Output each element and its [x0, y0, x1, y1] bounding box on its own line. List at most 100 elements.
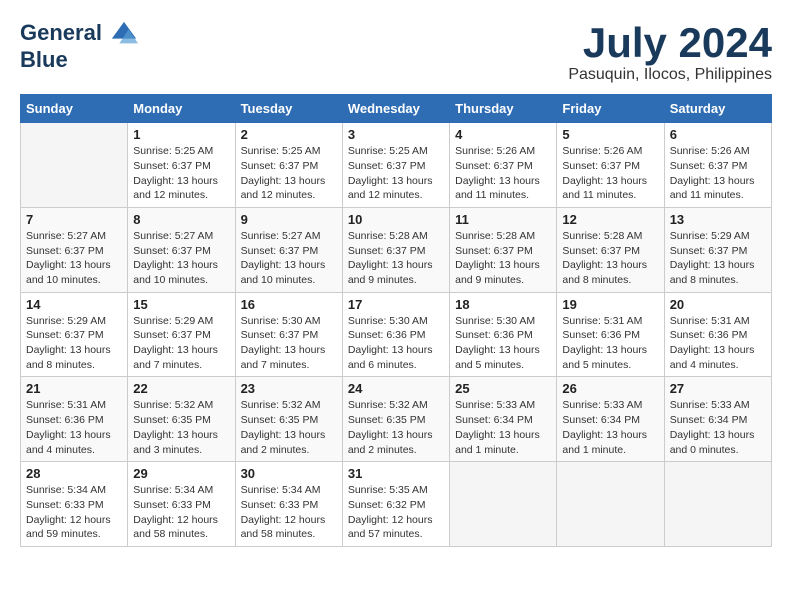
day-number: 7 — [26, 212, 122, 227]
day-info: Sunrise: 5:31 AM Sunset: 6:36 PM Dayligh… — [670, 314, 766, 373]
day-info: Sunrise: 5:31 AM Sunset: 6:36 PM Dayligh… — [562, 314, 658, 373]
calendar-week-row: 1 Sunrise: 5:25 AM Sunset: 6:37 PM Daylig… — [21, 123, 772, 208]
logo: General Blue — [20, 20, 138, 72]
calendar-cell: 11Sunrise: 5:28 AM Sunset: 6:37 PM Dayli… — [450, 207, 557, 292]
calendar-cell — [664, 462, 771, 547]
calendar-cell: 21Sunrise: 5:31 AM Sunset: 6:36 PM Dayli… — [21, 377, 128, 462]
weekday-header-friday: Friday — [557, 95, 664, 123]
day-number: 12 — [562, 212, 658, 227]
day-number: 4 — [455, 127, 551, 142]
calendar-cell: 13 Sunrise: 5:29 AM Sunset: 6:37 PM Dayli… — [664, 207, 771, 292]
day-info: Sunrise: 5:29 AM Sunset: 6:37 PM Dayligh… — [26, 314, 122, 373]
day-number: 1 — [133, 127, 229, 142]
location: Pasuquin, Ilocos, Philippines — [568, 66, 772, 84]
day-number: 18 — [455, 297, 551, 312]
calendar-cell: 7 Sunrise: 5:27 AM Sunset: 6:37 PM Daylig… — [21, 207, 128, 292]
calendar-cell: 30 Sunrise: 5:34 AM Sunset: 6:33 PM Dayli… — [235, 462, 342, 547]
calendar-cell: 2Sunrise: 5:25 AM Sunset: 6:37 PM Daylig… — [235, 123, 342, 208]
day-info: Sunrise: 5:33 AM Sunset: 6:34 PM Dayligh… — [562, 398, 658, 457]
day-info: Sunrise: 5:30 AM Sunset: 6:37 PM Dayligh… — [241, 314, 337, 373]
day-info: Sunrise: 5:27 AM Sunset: 6:37 PM Dayligh… — [26, 229, 122, 288]
weekday-header-wednesday: Wednesday — [342, 95, 449, 123]
calendar-week-row: 28 Sunrise: 5:34 AM Sunset: 6:33 PM Dayli… — [21, 462, 772, 547]
weekday-header-monday: Monday — [128, 95, 235, 123]
day-info: Sunrise: 5:32 AM Sunset: 6:35 PM Dayligh… — [241, 398, 337, 457]
day-number: 10 — [348, 212, 444, 227]
calendar-cell: 16 Sunrise: 5:30 AM Sunset: 6:37 PM Dayli… — [235, 292, 342, 377]
day-number: 24 — [348, 381, 444, 396]
day-number: 6 — [670, 127, 766, 142]
weekday-header-saturday: Saturday — [664, 95, 771, 123]
day-number: 17 — [348, 297, 444, 312]
calendar-cell: 8 Sunrise: 5:27 AM Sunset: 6:37 PM Daylig… — [128, 207, 235, 292]
calendar-cell: 27 Sunrise: 5:33 AM Sunset: 6:34 PM Dayli… — [664, 377, 771, 462]
day-info: Sunrise: 5:28 AM Sunset: 6:37 PM Dayligh… — [348, 229, 444, 288]
calendar-cell — [21, 123, 128, 208]
calendar-cell: 3 Sunrise: 5:25 AM Sunset: 6:37 PM Daylig… — [342, 123, 449, 208]
day-info: Sunrise: 5:26 AM Sunset: 6:37 PM Dayligh… — [562, 144, 658, 203]
calendar-table: SundayMondayTuesdayWednesdayThursdayFrid… — [20, 94, 772, 547]
day-number: 20 — [670, 297, 766, 312]
day-number: 2 — [241, 127, 337, 142]
day-info: Sunrise: 5:29 AM Sunset: 6:37 PM Dayligh… — [133, 314, 229, 373]
day-number: 30 — [241, 466, 337, 481]
day-info: Sunrise: 5:28 AM Sunset: 6:37 PM Dayligh… — [562, 229, 658, 288]
calendar-cell: 20 Sunrise: 5:31 AM Sunset: 6:36 PM Dayli… — [664, 292, 771, 377]
day-number: 14 — [26, 297, 122, 312]
day-number: 13 — [670, 212, 766, 227]
calendar-cell — [557, 462, 664, 547]
calendar-cell: 25Sunrise: 5:33 AM Sunset: 6:34 PM Dayli… — [450, 377, 557, 462]
day-info: Sunrise: 5:34 AM Sunset: 6:33 PM Dayligh… — [26, 483, 122, 542]
calendar-cell: 23Sunrise: 5:32 AM Sunset: 6:35 PM Dayli… — [235, 377, 342, 462]
day-info: Sunrise: 5:30 AM Sunset: 6:36 PM Dayligh… — [455, 314, 551, 373]
day-number: 16 — [241, 297, 337, 312]
day-info: Sunrise: 5:27 AM Sunset: 6:37 PM Dayligh… — [241, 229, 337, 288]
day-number: 19 — [562, 297, 658, 312]
day-info: Sunrise: 5:26 AM Sunset: 6:37 PM Dayligh… — [670, 144, 766, 203]
calendar-cell: 15Sunrise: 5:29 AM Sunset: 6:37 PM Dayli… — [128, 292, 235, 377]
calendar-cell: 19 Sunrise: 5:31 AM Sunset: 6:36 PM Dayli… — [557, 292, 664, 377]
title-block: July 2024 Pasuquin, Ilocos, Philippines — [568, 20, 772, 84]
calendar-cell: 12 Sunrise: 5:28 AM Sunset: 6:37 PM Dayli… — [557, 207, 664, 292]
day-number: 22 — [133, 381, 229, 396]
calendar-cell: 24 Sunrise: 5:32 AM Sunset: 6:35 PM Dayli… — [342, 377, 449, 462]
weekday-header-thursday: Thursday — [450, 95, 557, 123]
calendar-cell: 22 Sunrise: 5:32 AM Sunset: 6:35 PM Dayli… — [128, 377, 235, 462]
day-info: Sunrise: 5:27 AM Sunset: 6:37 PM Dayligh… — [133, 229, 229, 288]
day-info: Sunrise: 5:30 AM Sunset: 6:36 PM Dayligh… — [348, 314, 444, 373]
day-info: Sunrise: 5:34 AM Sunset: 6:33 PM Dayligh… — [241, 483, 337, 542]
day-info: Sunrise: 5:32 AM Sunset: 6:35 PM Dayligh… — [348, 398, 444, 457]
page-header: General Blue July 2024 Pasuquin, Ilocos,… — [20, 20, 772, 84]
calendar-cell: 28 Sunrise: 5:34 AM Sunset: 6:33 PM Dayli… — [21, 462, 128, 547]
day-number: 27 — [670, 381, 766, 396]
day-info: Sunrise: 5:35 AM Sunset: 6:32 PM Dayligh… — [348, 483, 444, 542]
day-number: 8 — [133, 212, 229, 227]
calendar-cell: 6 Sunrise: 5:26 AM Sunset: 6:37 PM Daylig… — [664, 123, 771, 208]
day-info: Sunrise: 5:26 AM Sunset: 6:37 PM Dayligh… — [455, 144, 551, 203]
day-info: Sunrise: 5:32 AM Sunset: 6:35 PM Dayligh… — [133, 398, 229, 457]
day-info: Sunrise: 5:33 AM Sunset: 6:34 PM Dayligh… — [670, 398, 766, 457]
day-info: Sunrise: 5:33 AM Sunset: 6:34 PM Dayligh… — [455, 398, 551, 457]
logo-text: General — [20, 20, 138, 48]
day-info: Sunrise: 5:34 AM Sunset: 6:33 PM Dayligh… — [133, 483, 229, 542]
day-number: 3 — [348, 127, 444, 142]
calendar-cell: 18 Sunrise: 5:30 AM Sunset: 6:36 PM Dayli… — [450, 292, 557, 377]
day-info: Sunrise: 5:25 AM Sunset: 6:37 PM Dayligh… — [348, 144, 444, 203]
day-info: Sunrise: 5:25 AM Sunset: 6:37 PM Dayligh… — [133, 144, 229, 203]
day-number: 31 — [348, 466, 444, 481]
calendar-cell — [450, 462, 557, 547]
calendar-cell: 29Sunrise: 5:34 AM Sunset: 6:33 PM Dayli… — [128, 462, 235, 547]
weekday-header-tuesday: Tuesday — [235, 95, 342, 123]
calendar-cell: 5 Sunrise: 5:26 AM Sunset: 6:37 PM Daylig… — [557, 123, 664, 208]
calendar-cell: 10 Sunrise: 5:28 AM Sunset: 6:37 PM Dayli… — [342, 207, 449, 292]
weekday-header-row: SundayMondayTuesdayWednesdayThursdayFrid… — [21, 95, 772, 123]
calendar-week-row: 14 Sunrise: 5:29 AM Sunset: 6:37 PM Dayli… — [21, 292, 772, 377]
day-info: Sunrise: 5:29 AM Sunset: 6:37 PM Dayligh… — [670, 229, 766, 288]
day-number: 28 — [26, 466, 122, 481]
calendar-week-row: 21Sunrise: 5:31 AM Sunset: 6:36 PM Dayli… — [21, 377, 772, 462]
calendar-cell: 1 Sunrise: 5:25 AM Sunset: 6:37 PM Daylig… — [128, 123, 235, 208]
day-number: 5 — [562, 127, 658, 142]
calendar-week-row: 7 Sunrise: 5:27 AM Sunset: 6:37 PM Daylig… — [21, 207, 772, 292]
day-number: 21 — [26, 381, 122, 396]
calendar-cell: 4 Sunrise: 5:26 AM Sunset: 6:37 PM Daylig… — [450, 123, 557, 208]
